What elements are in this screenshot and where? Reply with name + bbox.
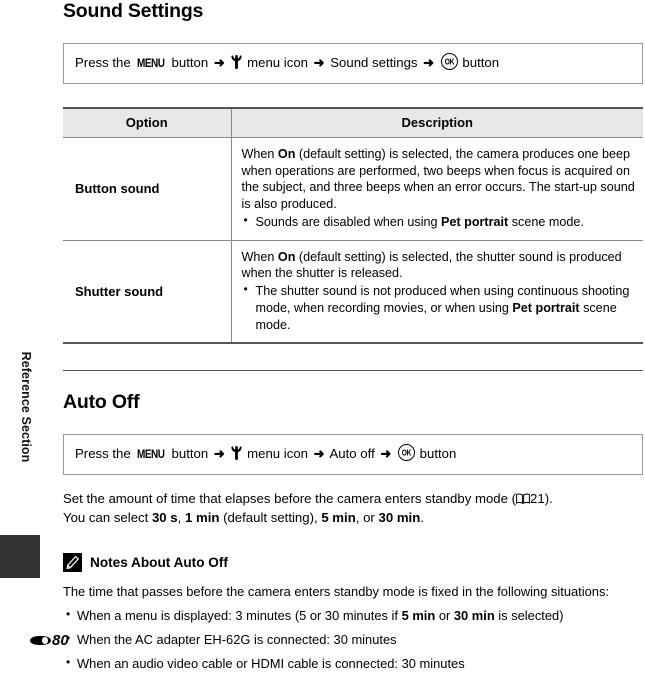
option-value: 30 min	[378, 510, 421, 526]
option-value: 1 min	[184, 510, 220, 526]
option-description: When On (default setting) is selected, t…	[230, 137, 643, 241]
section-divider	[63, 370, 643, 372]
body-text: , or	[355, 510, 379, 526]
notes-title: Notes About Auto Off	[90, 554, 228, 570]
arrow-icon: ➜	[313, 55, 325, 70]
description-paragraph: When On (default setting) is selected, t…	[242, 146, 636, 213]
ok-button-icon: OK	[440, 53, 458, 70]
option-name: Shutter sound	[63, 240, 232, 345]
list-item: When a menu is displayed: 3 minutes (5 o…	[63, 606, 643, 625]
body-text: ).	[544, 491, 553, 507]
pencil-note-icon	[63, 552, 82, 572]
notes-intro: The time that passes before the camera e…	[63, 583, 609, 599]
bullet-emphasis: Pet portrait	[512, 300, 580, 315]
bullet-text: scene mode.	[508, 214, 584, 229]
ok-button-label: OK	[444, 56, 455, 67]
option-name: Button sound	[63, 137, 232, 241]
manual-reference-book-icon	[516, 491, 530, 505]
arrow-icon: ➜	[213, 55, 225, 70]
path-menu-item: Auto off	[329, 446, 375, 462]
list-item: The shutter sound is not produced when u…	[242, 282, 636, 333]
section-side-label: Reference Section	[19, 351, 33, 463]
sidebar: Reference Section	[0, 0, 62, 658]
column-header-description: Description	[230, 107, 643, 138]
menu-button-glyph-icon: MENU	[137, 56, 165, 70]
list-item: When the AC adapter EH-62G is connected:…	[63, 630, 643, 649]
path-ok-word: button	[419, 446, 457, 462]
sound-options-table: Option Description Button sound When On …	[63, 107, 643, 345]
notes-list: When a menu is displayed: 3 minutes (5 o…	[63, 606, 643, 673]
desc-text: (default setting) is selected, the camer…	[241, 147, 635, 212]
ok-button-label: OK	[401, 447, 412, 458]
body-text: .	[420, 510, 424, 526]
auto-off-description: Set the amount of time that elapses befo…	[63, 490, 643, 527]
section-tab-marker	[0, 535, 40, 578]
note-text: When the AC adapter EH-62G is connected:…	[77, 631, 397, 647]
path-menu-icon-label: menu icon	[247, 446, 308, 462]
path-ok-word: button	[462, 55, 500, 70]
note-text: or	[435, 607, 454, 623]
option-value: 30 s	[151, 510, 178, 526]
arrow-icon: ➜	[313, 446, 325, 462]
description-bullets: The shutter sound is not produced when u…	[242, 282, 636, 333]
body-text: (default setting),	[219, 510, 322, 526]
main-content: Sound Settings Press the MENU button ➜ m…	[63, 0, 643, 673]
desc-text: When	[241, 249, 278, 264]
notes-header: Notes About Auto Off	[63, 552, 643, 572]
note-text: is selected)	[494, 607, 564, 623]
bullet-text: Sounds are disabled when using	[255, 214, 442, 229]
table-header-row: Option Description	[63, 107, 643, 138]
note-emphasis: 5 min	[401, 607, 436, 623]
desc-emphasis: On	[277, 249, 296, 264]
setup-wrench-icon	[231, 55, 243, 69]
desc-emphasis: On	[277, 147, 296, 161]
body-text: You can select	[63, 510, 152, 526]
heading-sound-settings: Sound Settings	[63, 0, 204, 22]
path-prefix: Press the	[75, 55, 131, 70]
ok-button-icon: OK	[397, 444, 415, 462]
reference-section-glyph-icon	[30, 634, 51, 647]
option-description: When On (default setting) is selected, t…	[230, 240, 643, 345]
reference-page: 21	[530, 491, 545, 507]
list-item: Sounds are disabled when using Pet portr…	[242, 213, 636, 231]
path-prefix: Press the	[75, 446, 131, 462]
body-text: ,	[177, 510, 185, 526]
body-text: Set the amount of time that elapses befo…	[63, 491, 517, 507]
path-button-word: button	[171, 55, 209, 70]
path-button-word: button	[171, 446, 209, 462]
setup-wrench-icon	[231, 446, 243, 461]
option-value: 5 min	[321, 510, 356, 526]
bullet-emphasis: Pet portrait	[441, 214, 509, 229]
path-menu-icon-label: menu icon	[247, 55, 308, 70]
desc-text: When	[241, 147, 278, 161]
table-row: Shutter sound When On (default setting) …	[63, 240, 643, 345]
desc-text: (default setting) is selected, the shutt…	[241, 249, 622, 281]
arrow-icon: ➜	[213, 446, 225, 462]
menu-path-auto-off: Press the MENU button ➜ menu icon ➜ Auto…	[63, 434, 643, 476]
arrow-icon: ➜	[423, 55, 435, 70]
column-header-option: Option	[63, 107, 232, 138]
menu-path-sound-settings: Press the MENU button ➜ menu icon ➜ Soun…	[63, 43, 643, 84]
arrow-icon: ➜	[380, 446, 392, 462]
note-emphasis: 30 min	[453, 607, 495, 623]
heading-auto-off: Auto Off	[63, 391, 140, 414]
note-text: When a menu is displayed: 3 minutes (5 o…	[77, 607, 402, 623]
table-row: Button sound When On (default setting) i…	[63, 137, 643, 241]
note-text: When an audio video cable or HDMI cable …	[77, 656, 465, 671]
description-paragraph: When On (default setting) is selected, t…	[242, 249, 636, 282]
menu-button-glyph-icon: MENU	[137, 447, 165, 462]
description-bullets: Sounds are disabled when using Pet portr…	[242, 213, 636, 231]
path-menu-item: Sound settings	[330, 55, 418, 70]
